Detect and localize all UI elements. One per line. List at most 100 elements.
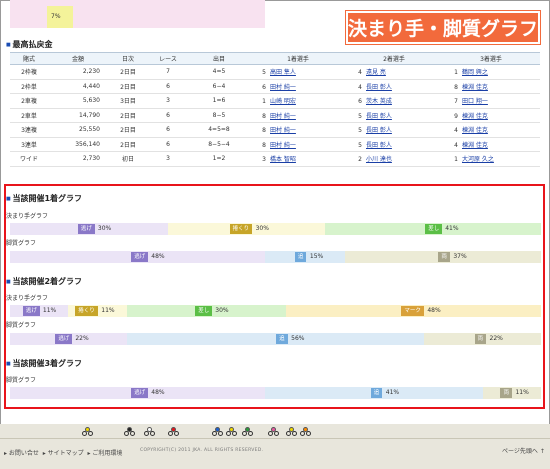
payout-row: 2車複 5,630 3日目 3 1=6 1 山崎 明宏 6 茨木 英成 7 田口 翔一 xyxy=(10,93,540,109)
payout-row: ワイド 2,730 初日 3 1=2 3 橋本 智昭 2 小川 達也 1 大河原 久之 xyxy=(10,151,540,167)
payout-cell-p2: 5 長田 彰人 xyxy=(346,137,442,152)
payout-cell-p2: 5 長田 彰人 xyxy=(346,108,442,123)
payout-cell-race: 6 xyxy=(148,108,188,123)
graph-row-label: 決まり手グラフ xyxy=(6,295,49,302)
footer-track-line xyxy=(0,438,550,439)
payout-cell-p3: 7 田口 翔一 xyxy=(442,93,540,109)
payout-cell-result: 8−5−4 xyxy=(188,137,250,152)
payout-header-row: 賭式 金額 日次 レース 出目 1着選手 2着選手 3着選手 xyxy=(10,52,540,65)
page-top-label[interactable]: ページ先頭へ xyxy=(502,448,538,455)
bar-segment: 差し 30% xyxy=(126,305,287,317)
arrow-up-icon[interactable]: ↑ xyxy=(540,448,545,455)
cyclist-icon xyxy=(286,427,297,436)
footer-link-sitemap[interactable]: サイトマップ xyxy=(48,450,84,457)
bar-segment: 逃げ 48% xyxy=(10,251,265,263)
bar-segment-percent: 56% xyxy=(291,335,305,342)
payout-cell-p3: 1 鶴岡 興之 xyxy=(442,64,540,80)
stacked-bar: 逃げ 22% 追 56% 両 22% xyxy=(10,333,541,345)
bar-segment-label: 逃げ xyxy=(77,224,95,234)
bar-segment-label: 両 xyxy=(500,388,512,398)
payout-cell-day: 3日目 xyxy=(108,93,148,109)
payout-cell-type: 3連単 xyxy=(10,137,48,152)
cyclist-icon xyxy=(168,427,179,436)
payout-cell-type: 2車単 xyxy=(10,108,48,123)
payout-cell-result: 8−5 xyxy=(188,108,250,123)
payout-row: 3連複 25,550 2日目 6 4=5=8 8 田村 純一 5 長田 彰人 4 棟淵 佳克 xyxy=(10,122,540,138)
top-percent-value: 7% xyxy=(51,13,61,20)
rider-name-link[interactable]: 棟淵 佳克 xyxy=(462,142,488,149)
payout-cell-type: 2車複 xyxy=(10,93,48,109)
bar-segment-percent: 11% xyxy=(515,389,529,396)
rider-name-link[interactable]: 棟淵 佳克 xyxy=(462,113,488,120)
rider-name-link[interactable]: 長田 彰人 xyxy=(366,84,392,91)
rider-name-link[interactable]: 山崎 明宏 xyxy=(270,98,296,105)
bar-segment: 逃げ 48% xyxy=(10,387,265,399)
footer-copyright: COPYRIGHT(C) 2011 JKA. ALL RIGHTS RESERV… xyxy=(140,448,264,453)
bar-segment-percent: 37% xyxy=(453,253,467,260)
footer-link-contact[interactable]: お問い合せ xyxy=(9,450,39,457)
bar-segment: 両 37% xyxy=(344,251,541,263)
payout-row: 2枠複 2,230 2日目 7 4=5 5 高田 隼人 4 遠見 亮 1 鶴岡 興之 xyxy=(10,64,540,80)
bar-segment-label: 逃げ xyxy=(131,252,149,262)
rider-name-link[interactable]: 大河原 久之 xyxy=(462,156,494,163)
rider-name-link[interactable]: 橋本 智昭 xyxy=(270,156,296,163)
payout-cell-amount: 2,230 xyxy=(48,64,108,80)
payout-cell-p2: 4 遠見 亮 xyxy=(346,64,442,80)
rider-name-link[interactable]: 茨木 英成 xyxy=(366,98,392,105)
cyclist-icon xyxy=(242,427,253,436)
rider-name-link[interactable]: 長田 彰人 xyxy=(366,142,392,149)
rider-name-link[interactable]: 田村 純一 xyxy=(270,84,296,91)
payout-cell-p3: 4 棟淵 佳克 xyxy=(442,122,540,138)
payout-cell-result: 1=2 xyxy=(188,151,250,167)
rider-name-link[interactable]: 田村 純一 xyxy=(270,127,296,134)
col-header: レース xyxy=(148,52,188,65)
bar-segment-label: 差し xyxy=(425,224,443,234)
rider-name-link[interactable]: 田村 純一 xyxy=(270,142,296,149)
payout-cell-day: 2日目 xyxy=(108,108,148,123)
payout-cell-race: 6 xyxy=(148,79,188,94)
payout-cell-p2: 2 小川 達也 xyxy=(346,151,442,167)
rider-name-link[interactable]: 長田 彰人 xyxy=(366,113,392,120)
payout-cell-type: 2枠単 xyxy=(10,79,48,94)
rider-name-link[interactable]: 小川 達也 xyxy=(366,156,392,163)
bar-segment-label: 追 xyxy=(294,252,307,262)
rider-name-link[interactable]: 田口 翔一 xyxy=(462,98,488,105)
page-top-link[interactable]: ページ先頭へ ↑ xyxy=(502,446,545,455)
payout-table-wrap: 賭式 金額 日次 レース 出目 1着選手 2着選手 3着選手 2枠複 2,230 2… xyxy=(10,52,540,167)
bar-segment-label: 逃げ xyxy=(55,334,73,344)
bar-segment-label: 捲くり xyxy=(75,306,98,316)
payout-cell-type: 2枠複 xyxy=(10,64,48,80)
rider-name-link[interactable]: 高田 隼人 xyxy=(270,69,296,76)
payout-section-title: 最高払戻金 xyxy=(6,39,52,50)
bar-segment-percent: 48% xyxy=(151,253,165,260)
bar-segment-percent: 48% xyxy=(151,389,165,396)
cyclist-icon xyxy=(268,427,279,436)
rider-name-link[interactable]: 田村 純一 xyxy=(270,113,296,120)
bike-number: 4 xyxy=(358,69,362,77)
bike-number: 4 xyxy=(454,141,458,149)
footer-links: ▸ お問い合せ ▸ サイトマップ ▸ ご利用環境 xyxy=(4,450,123,457)
rider-name-link[interactable]: 棟淵 佳克 xyxy=(462,84,488,91)
bar-segment-percent: 11% xyxy=(42,307,57,314)
graph-highlight-box xyxy=(4,184,545,409)
payout-cell-result: 1=6 xyxy=(188,93,250,109)
rider-name-link[interactable]: 棟淵 佳克 xyxy=(462,127,488,134)
payout-cell-amount: 4,440 xyxy=(48,79,108,94)
bar-segment-percent: 11% xyxy=(101,307,115,314)
bar-segment-label: 追 xyxy=(276,334,288,344)
col-header: 日次 xyxy=(108,52,148,65)
bike-number: 4 xyxy=(358,83,362,91)
rider-name-link[interactable]: 長田 彰人 xyxy=(366,127,392,134)
rider-name-link[interactable]: 鶴岡 興之 xyxy=(462,69,488,76)
graph-row-label: 脚質グラフ xyxy=(6,240,37,247)
top-strip: 7% xyxy=(10,0,265,28)
bar-segment-label: 両 xyxy=(438,252,450,262)
footer: ▸ お問い合せ ▸ サイトマップ ▸ ご利用環境 COPYRIGHT(C) 20… xyxy=(0,424,550,469)
bar-segment-percent: 41% xyxy=(385,389,400,396)
bike-number: 1 xyxy=(262,98,266,106)
rider-name-link[interactable]: 遠見 亮 xyxy=(366,69,386,76)
bar-segment-label: 追 xyxy=(370,388,383,398)
bar-segment-percent: 30% xyxy=(97,225,112,232)
bar-segment: 捲くり 11% xyxy=(68,305,127,317)
footer-link-environment[interactable]: ご利用環境 xyxy=(92,450,122,457)
